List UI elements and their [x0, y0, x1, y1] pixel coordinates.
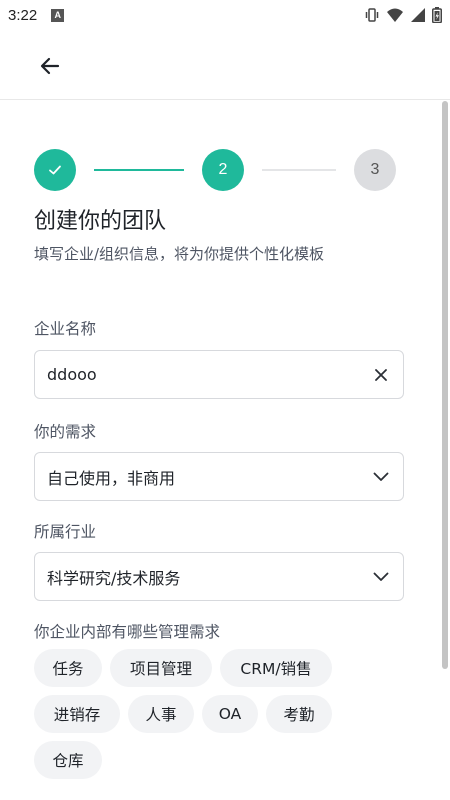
status-bar: 3:22 A: [0, 0, 450, 30]
scrollbar[interactable]: [442, 101, 448, 669]
step-1-completed: [34, 149, 76, 191]
notification-badge: A: [51, 8, 65, 22]
industry-select[interactable]: 科学研究/技术服务: [34, 552, 404, 601]
wifi-icon: [386, 7, 404, 23]
chevron-down-icon: [371, 567, 391, 587]
main-content: 2 3 创建你的团队 填写企业/组织信息，将为你提供个性化模板 企业名称 ddo…: [0, 101, 450, 800]
industry-label: 所属行业: [34, 523, 97, 541]
chip-oa[interactable]: OA: [202, 695, 258, 733]
check-icon: [49, 165, 61, 175]
chip-inventory[interactable]: 进销存: [34, 695, 120, 733]
arrow-left-icon: [40, 57, 60, 75]
battery-icon: [432, 7, 442, 23]
industry-value: 科学研究/技术服务: [47, 568, 181, 588]
company-name-field[interactable]: ddooo: [34, 350, 404, 399]
company-name-value[interactable]: ddooo: [47, 365, 371, 384]
page-subtitle: 填写企业/组织信息，将为你提供个性化模板: [34, 245, 325, 263]
chip-attendance[interactable]: 考勤: [266, 695, 332, 733]
step-2-active: 2: [202, 149, 244, 191]
management-needs-label: 你企业内部有哪些管理需求: [34, 623, 221, 641]
step-connector-done: [94, 169, 184, 171]
back-button[interactable]: [32, 48, 68, 84]
step-connector-pending: [262, 169, 336, 171]
need-select[interactable]: 自己使用，非商用: [34, 452, 404, 501]
vibrate-icon: [364, 7, 380, 23]
status-time: 3:22: [8, 6, 38, 24]
page-title: 创建你的团队: [34, 209, 167, 234]
chip-warehouse[interactable]: 仓库: [34, 741, 102, 779]
step-3-pending: 3: [354, 149, 396, 191]
signal-icon: [410, 7, 426, 23]
chip-task[interactable]: 任务: [34, 649, 102, 687]
chip-hr[interactable]: 人事: [128, 695, 194, 733]
company-name-label: 企业名称: [34, 320, 97, 338]
chip-project-management[interactable]: 项目管理: [110, 649, 212, 687]
chevron-down-icon: [371, 467, 391, 487]
app-bar: [0, 30, 450, 100]
chip-crm-sales[interactable]: CRM/销售: [220, 649, 332, 687]
need-label: 你的需求: [34, 423, 97, 441]
status-icons: [364, 7, 442, 23]
stepper: 2 3: [34, 149, 396, 191]
need-value: 自己使用，非商用: [47, 468, 176, 488]
close-icon[interactable]: [371, 365, 391, 385]
